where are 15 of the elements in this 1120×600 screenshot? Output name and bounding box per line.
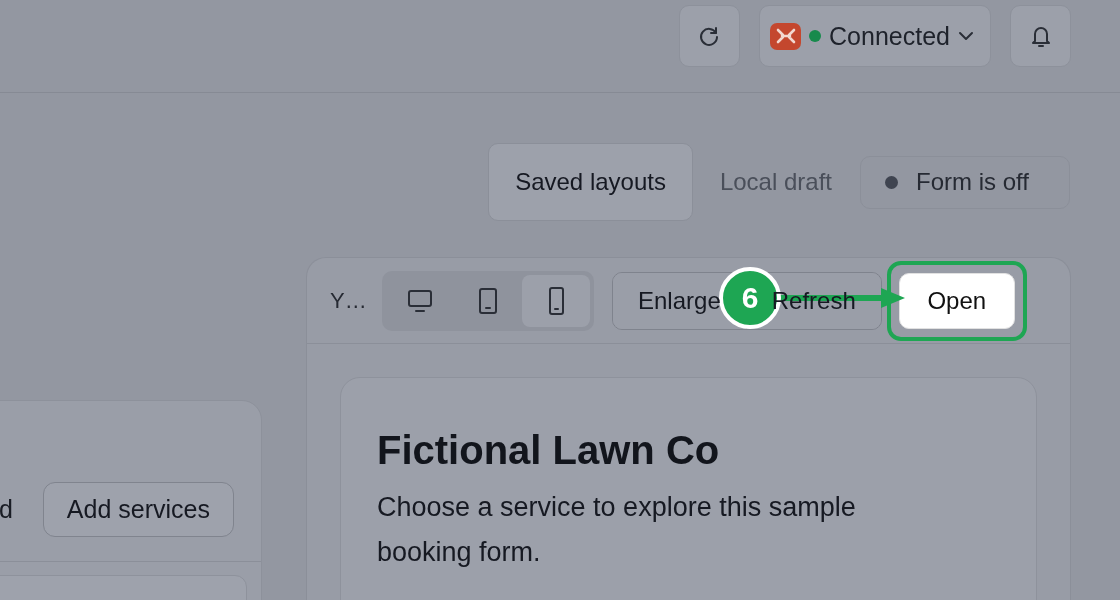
add-services-button[interactable]: Add services [42,481,234,537]
chevron-down-icon [958,29,974,43]
form-heading: Fictional Lawn Co [377,428,721,473]
status-label: Form is off [916,168,1029,196]
device-toggle[interactable] [522,274,590,327]
refresh-button[interactable] [679,5,741,67]
layout-tab[interactable]: Saved layouts [488,143,693,221]
connection-label: Connected [829,21,950,51]
connection-dropdown[interactable]: Connected [759,5,991,67]
notifications-button[interactable] [1010,5,1071,67]
form-description: Choose a service to explore this sample booking form. [377,491,857,569]
card-text: d [0,494,13,524]
cross-icon [774,27,797,45]
action-button[interactable]: Open [898,272,1015,329]
preview-title: Y… [330,287,368,314]
